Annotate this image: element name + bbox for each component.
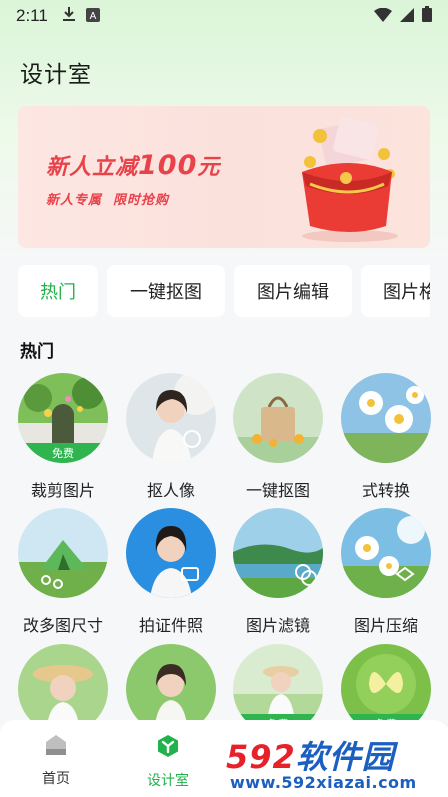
watermark-url: www.592xiazai.com bbox=[230, 773, 417, 792]
tool-label: 图片压缩 bbox=[353, 616, 418, 635]
tool-item[interactable] bbox=[13, 644, 113, 720]
tool-batch-resize[interactable]: 改多图尺寸 bbox=[13, 508, 113, 636]
site-watermark: 592软件园 www.592xiazai.com bbox=[224, 727, 448, 797]
section-title: 热门 bbox=[20, 342, 54, 362]
tool-item[interactable]: 免费 bbox=[228, 644, 328, 720]
tool-label: 图片滤镜 bbox=[245, 616, 310, 635]
portrait-photo bbox=[126, 373, 216, 463]
tool-label: 抠人像 bbox=[146, 481, 195, 500]
lake-photo bbox=[233, 508, 323, 598]
tool-item[interactable]: 免费 bbox=[336, 644, 436, 720]
tab-image-edit[interactable]: 图片编辑 bbox=[234, 265, 352, 317]
banner-headline-prefix: 新人立减 bbox=[46, 155, 139, 180]
tool-image-filter[interactable]: 图片滤镜 bbox=[228, 508, 328, 636]
tool-label: 一键抠图 bbox=[245, 481, 310, 500]
girl-field-photo: 免费 bbox=[233, 644, 323, 720]
girl-garden-photo bbox=[126, 644, 216, 720]
butterfly-photo: 免费 bbox=[341, 644, 431, 720]
tool-format-convert[interactable]: 式转换 bbox=[336, 373, 436, 501]
status-bar: 2:11 A bbox=[0, 0, 448, 32]
wifi-icon bbox=[374, 7, 392, 26]
svg-text:A: A bbox=[89, 11, 96, 22]
tab-image-format[interactable]: 图片格 bbox=[361, 265, 430, 317]
promo-banner[interactable]: 新人立减100元 新人专属 限时抢购 bbox=[18, 106, 430, 248]
tool-crop-image[interactable]: 免费 裁剪图片 bbox=[13, 373, 113, 501]
battery-icon bbox=[422, 6, 432, 26]
tool-one-click-cutout[interactable]: 一键抠图 bbox=[228, 373, 328, 501]
watermark-brand: 592软件园 bbox=[226, 732, 395, 778]
nav-design-label: 设计室 bbox=[147, 773, 189, 789]
banner-headline: 新人立减100元 bbox=[46, 149, 220, 181]
tab-hot[interactable]: 热门 bbox=[18, 265, 98, 317]
tool-label: 拍证件照 bbox=[138, 616, 203, 635]
home-icon bbox=[44, 734, 68, 760]
banner-headline-suffix: 元 bbox=[197, 155, 221, 180]
status-time: 2:11 bbox=[16, 6, 48, 25]
nav-design[interactable]: 设计室 bbox=[128, 734, 208, 790]
tent-photo bbox=[18, 508, 108, 598]
page-title: 设计室 bbox=[20, 62, 92, 88]
nav-home[interactable]: 首页 bbox=[16, 734, 96, 788]
daisy-photo bbox=[341, 508, 431, 598]
tab-cutout[interactable]: 一键抠图 bbox=[107, 265, 225, 317]
nav-home-label: 首页 bbox=[42, 771, 70, 787]
design-icon bbox=[156, 734, 180, 762]
tool-label: 改多图尺寸 bbox=[22, 616, 103, 635]
tools-grid: 免费 裁剪图片 抠人像 一键抠图 式转换 改多图尺寸 拍证件照 图片滤镜 图片压… bbox=[0, 370, 448, 720]
tool-image-compress[interactable]: 图片压缩 bbox=[336, 508, 436, 636]
red-envelope-icon bbox=[302, 116, 398, 242]
signal-icon bbox=[400, 7, 414, 26]
tool-label: 裁剪图片 bbox=[30, 481, 95, 500]
tool-label: 式转换 bbox=[361, 481, 410, 500]
banner-amount: 100 bbox=[138, 150, 198, 181]
watermark-brand-text: 软件园 bbox=[295, 738, 395, 776]
banner-subline: 新人专属 限时抢购 bbox=[46, 193, 170, 208]
font-icon: A bbox=[85, 7, 100, 26]
tool-id-photo[interactable]: 拍证件照 bbox=[121, 508, 221, 636]
flowers-photo bbox=[341, 373, 431, 463]
category-tabs: 热门 一键抠图 图片编辑 图片格 bbox=[18, 265, 430, 317]
free-badge: 免费 bbox=[18, 443, 108, 463]
wreath-door-photo: 免费 bbox=[18, 373, 108, 463]
watermark-number: 592 bbox=[226, 738, 296, 776]
tool-item[interactable] bbox=[121, 644, 221, 720]
tool-portrait-cutout[interactable]: 抠人像 bbox=[121, 373, 221, 501]
handbag-photo bbox=[233, 373, 323, 463]
girl-hat-photo bbox=[18, 644, 108, 720]
id-photo bbox=[126, 508, 216, 598]
download-icon bbox=[62, 6, 76, 26]
